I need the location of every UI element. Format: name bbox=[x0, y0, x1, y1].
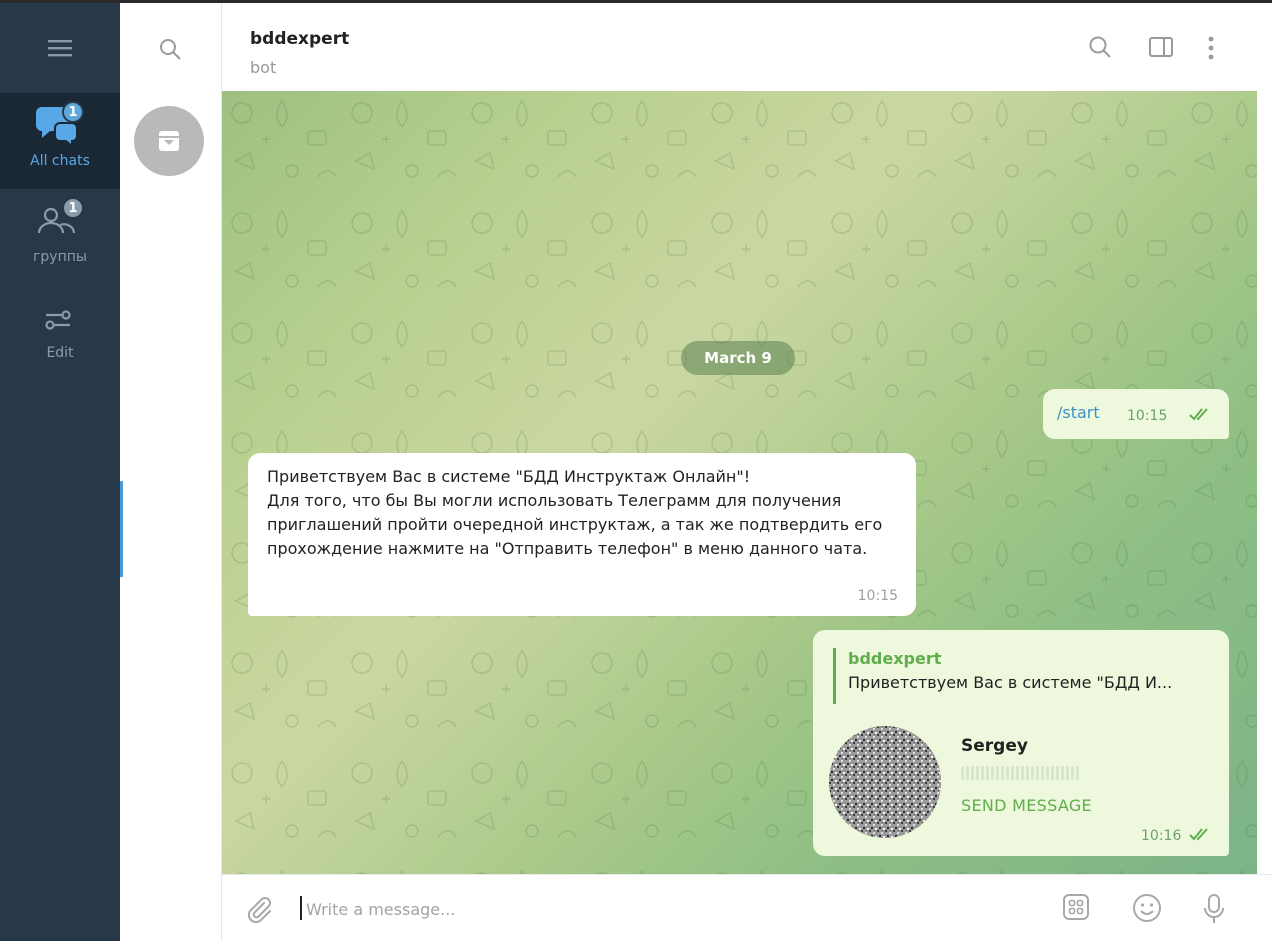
microphone-icon bbox=[1204, 894, 1224, 923]
message-input[interactable] bbox=[306, 895, 1006, 923]
folder-label: Edit bbox=[46, 345, 74, 361]
bot-keyboard-icon bbox=[1063, 894, 1089, 920]
contact-name: Sergey bbox=[961, 736, 1028, 756]
message-time: 10:15 bbox=[857, 588, 898, 604]
folder-edit[interactable]: Edit bbox=[0, 285, 120, 381]
selected-chat-indicator bbox=[120, 481, 123, 577]
toggle-sidebar-button[interactable] bbox=[1148, 35, 1174, 63]
chat-header: bddexpert bot bbox=[222, 3, 1272, 91]
message-time: 10:15 bbox=[1127, 408, 1168, 424]
incoming-message[interactable]: Приветствуем Вас в системе "БДД Инструкт… bbox=[248, 453, 916, 616]
message-time: 10:16 bbox=[1141, 828, 1182, 844]
bot-keyboard-button[interactable] bbox=[1062, 893, 1090, 925]
message-composer bbox=[222, 874, 1272, 941]
folder-label: группы bbox=[33, 249, 87, 265]
main-menu-button[interactable] bbox=[0, 3, 120, 93]
unread-badge: 1 bbox=[62, 101, 84, 123]
unread-badge: 1 bbox=[62, 197, 84, 219]
hamburger-menu-icon bbox=[48, 40, 72, 57]
reply-author: bddexpert bbox=[848, 649, 942, 668]
sidebar-toggle-icon bbox=[1149, 37, 1173, 57]
chat-subtitle: bot bbox=[250, 58, 277, 77]
archived-chats-button[interactable] bbox=[134, 106, 204, 176]
messages-area[interactable]: March 9 /start 10:15 Приветствуем Вас в … bbox=[222, 91, 1257, 874]
send-message-button[interactable]: SEND MESSAGE bbox=[961, 796, 1092, 815]
reply-quote[interactable]: bddexpert Приветствуем Вас в системе "БД… bbox=[833, 648, 1213, 704]
outgoing-contact-message[interactable]: bddexpert Приветствуем Вас в системе "БД… bbox=[813, 630, 1229, 856]
group-icon: 1 bbox=[36, 197, 84, 243]
text-caret bbox=[300, 896, 302, 920]
chat-title[interactable]: bddexpert bbox=[250, 29, 349, 49]
folder-all-chats[interactable]: 1 All chats bbox=[0, 93, 120, 189]
contact-phone-redacted bbox=[961, 766, 1081, 780]
emoji-icon bbox=[1133, 894, 1161, 922]
message-text: Приветствуем Вас в системе "БДД Инструкт… bbox=[267, 467, 883, 558]
more-options-button[interactable] bbox=[1206, 35, 1216, 65]
attach-button[interactable] bbox=[244, 895, 272, 927]
bot-command-link[interactable]: /start bbox=[1057, 403, 1100, 422]
chat-list-panel bbox=[120, 3, 222, 941]
search-icon bbox=[1089, 36, 1111, 58]
date-separator: March 9 bbox=[681, 341, 795, 375]
folder-groups[interactable]: 1 группы bbox=[0, 189, 120, 285]
search-icon bbox=[160, 39, 181, 60]
folders-sidebar: 1 All chats 1 группы Edit bbox=[0, 3, 120, 941]
edit-folders-icon bbox=[36, 295, 84, 339]
double-check-icon bbox=[1189, 408, 1208, 421]
emoji-button[interactable] bbox=[1132, 893, 1162, 927]
archive-icon bbox=[159, 131, 179, 151]
chats-icon: 1 bbox=[36, 101, 84, 149]
attach-icon bbox=[247, 897, 271, 924]
voice-record-button[interactable] bbox=[1202, 893, 1226, 929]
chat-search-button[interactable] bbox=[158, 37, 182, 65]
chat-search-button[interactable] bbox=[1088, 35, 1112, 63]
folder-label: All chats bbox=[30, 153, 90, 169]
more-vertical-icon bbox=[1208, 36, 1214, 60]
reply-snippet: Приветствуем Вас в системе "БДД И... bbox=[848, 673, 1173, 692]
double-check-icon bbox=[1189, 828, 1208, 841]
telegram-window: 1 All chats 1 группы Edit bddexpert bot … bbox=[0, 0, 1272, 941]
outgoing-message-start[interactable]: /start 10:15 bbox=[1043, 389, 1229, 439]
contact-avatar[interactable] bbox=[829, 726, 941, 838]
